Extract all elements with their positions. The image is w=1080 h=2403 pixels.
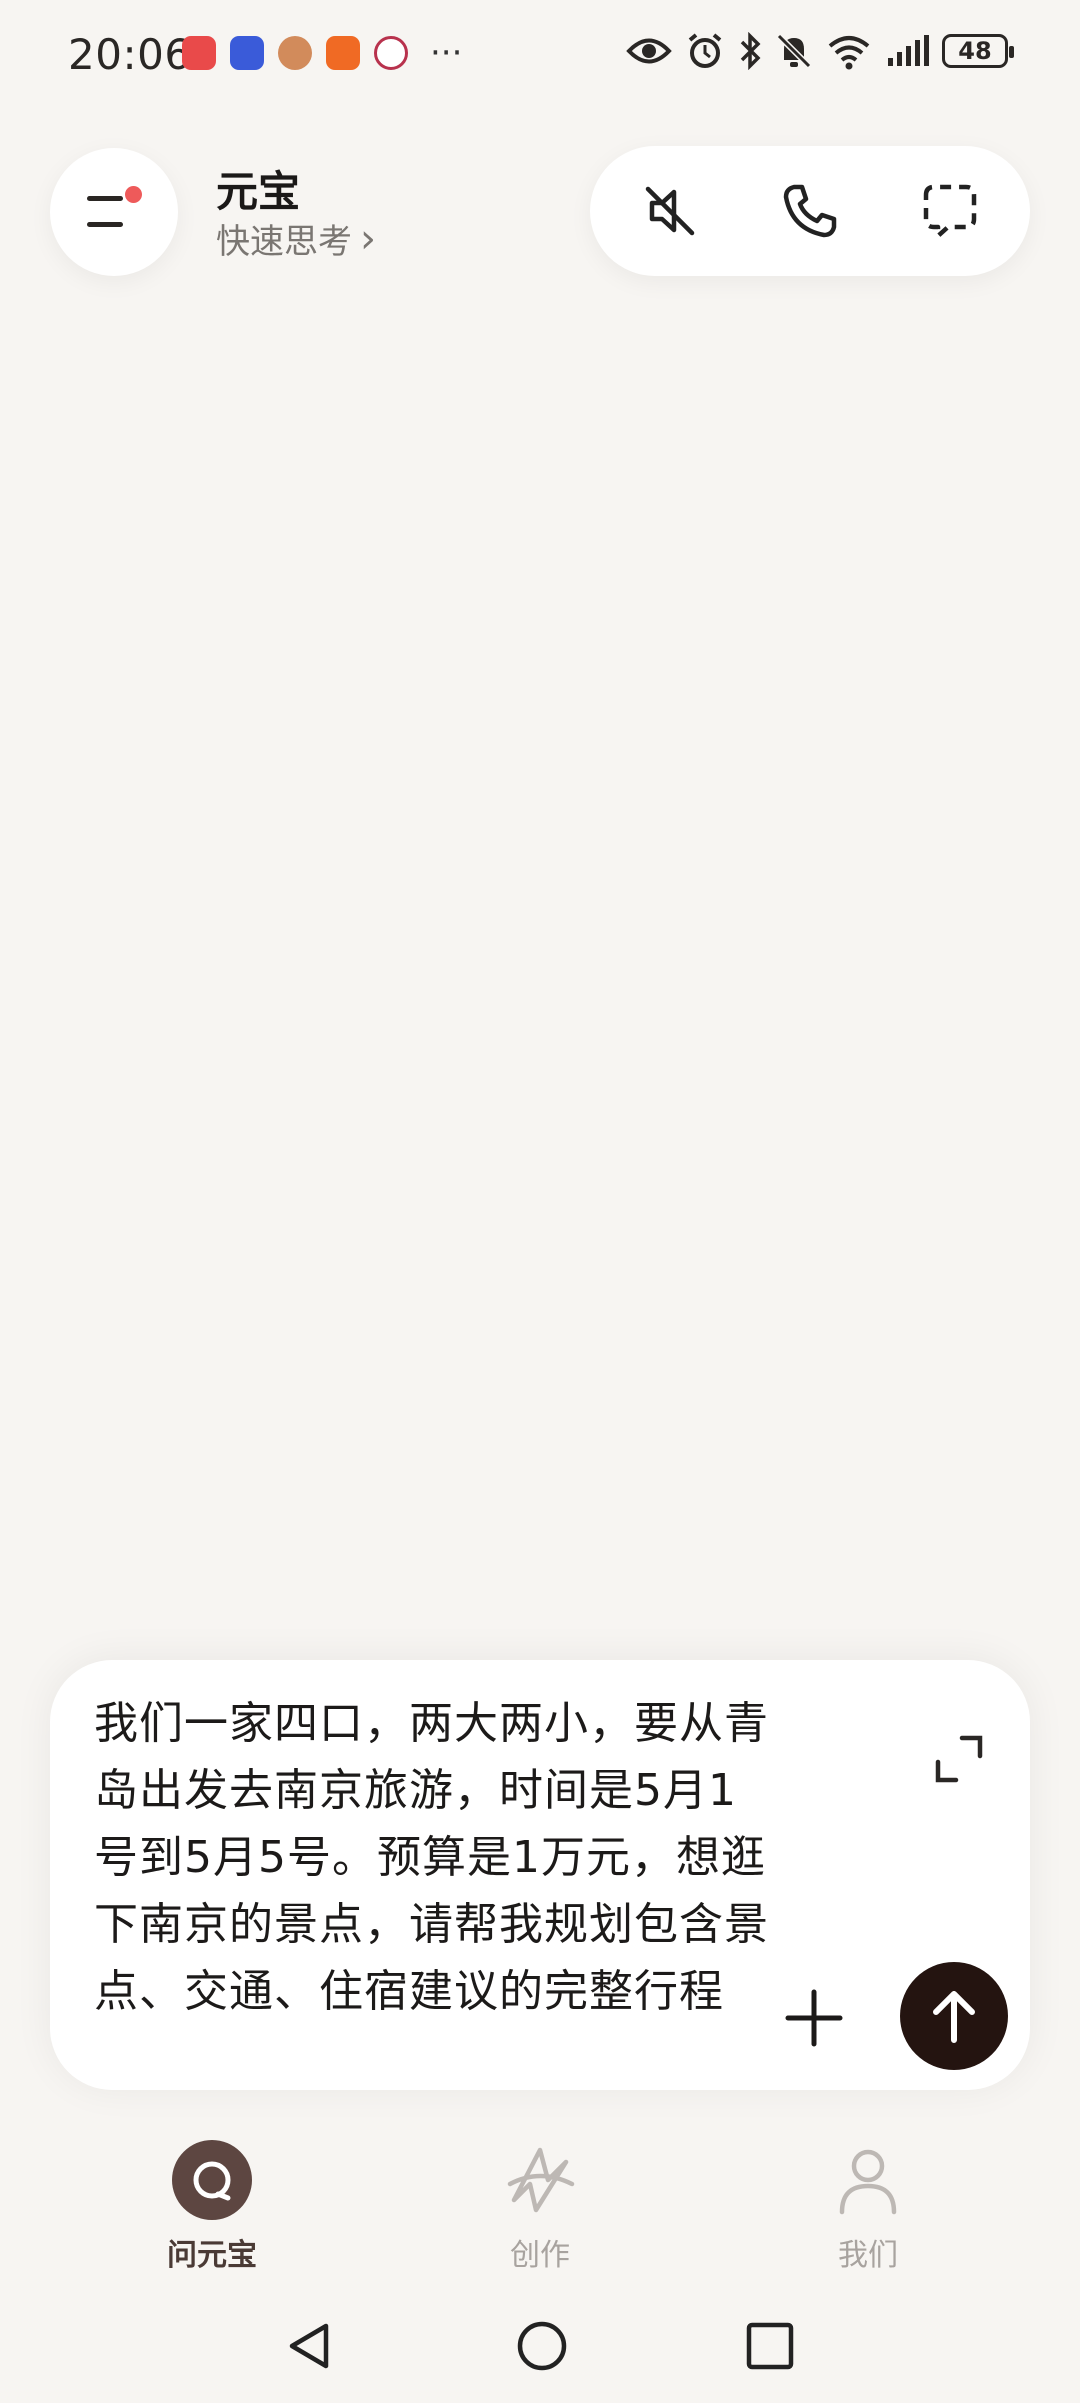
notification-app-icons: ··· [182,36,462,70]
person-glyph [839,2149,897,2215]
system-icons [626,32,930,70]
menu-button[interactable] [50,148,178,276]
create-glyph [507,2147,575,2213]
nav-home-button[interactable] [514,2318,570,2378]
menu-icon-line [87,196,123,201]
app-icon-5 [374,36,408,70]
signal-icon [888,35,929,66]
message-input[interactable]: 我们一家四口，两大两小，要从青岛出发去南京旅游，时间是5月1号到5月5号。预算是… [94,1690,774,2050]
mute-button[interactable] [638,179,702,243]
recents-square-icon [746,2322,794,2370]
notification-dot [125,186,142,203]
header-action-group [590,146,1030,276]
system-nav-bar [0,2300,1080,2390]
person-icon [828,2140,908,2220]
dashed-select-icon [923,184,977,239]
chat-bubble-glyph [193,2161,231,2201]
alarm-icon [688,33,722,68]
expand-input-button[interactable] [932,1732,986,1786]
tab-create[interactable]: 创作 [420,2140,660,2274]
nav-back-button[interactable] [282,2318,338,2378]
expand-icon [935,1735,983,1783]
plus-icon [785,1989,843,2047]
app-icon-4 [326,36,360,70]
tab-ask-yuanbao[interactable]: 问元宝 [92,2140,332,2274]
eye-icon [626,38,672,64]
create-sparkle-icon [500,2140,580,2220]
chat-bubble-icon [172,2140,252,2220]
wifi-icon [828,36,870,70]
bell-off-icon [776,33,812,69]
tab-label: 创作 [510,2238,570,2273]
battery-level: 48 [958,37,992,65]
more-notifications: ··· [430,33,463,73]
back-triangle-icon [289,2323,329,2369]
app-icon-2 [230,36,264,70]
voice-call-button[interactable] [778,179,842,243]
battery-indicator: 48 [942,34,1014,68]
tab-label: 问元宝 [167,2238,257,2273]
app-icon-1 [182,36,216,70]
battery-tip [1009,46,1014,58]
page-title: 元宝 [216,167,301,216]
thinking-mode-selector[interactable]: 快速思考 › [216,214,376,263]
thinking-mode-label: 快速思考 [216,222,352,262]
status-bar: 20:06 ··· 48 [0,0,1080,110]
status-time: 20:06 [68,30,192,79]
menu-icon-line [87,222,123,227]
add-attachment-button[interactable] [776,1980,852,2056]
phone-icon [783,184,837,238]
bluetooth-icon [740,32,761,70]
tab-icon-wrap [172,2140,252,2220]
screenshot-select-button[interactable] [918,179,982,243]
app-icon-3 [278,36,312,70]
speaker-mute-icon [645,186,695,236]
arrow-up-icon [933,1991,975,2043]
message-input-card: 我们一家四口，两大两小，要从青岛出发去南京旅游，时间是5月1号到5月5号。预算是… [50,1660,1030,2090]
send-button[interactable] [900,1962,1008,2070]
tab-we[interactable]: 我们 [748,2140,988,2274]
nav-recents-button[interactable] [744,2320,796,2376]
chevron-right-icon: › [360,215,376,262]
home-circle-icon [517,2321,567,2371]
tab-label: 我们 [838,2238,898,2273]
